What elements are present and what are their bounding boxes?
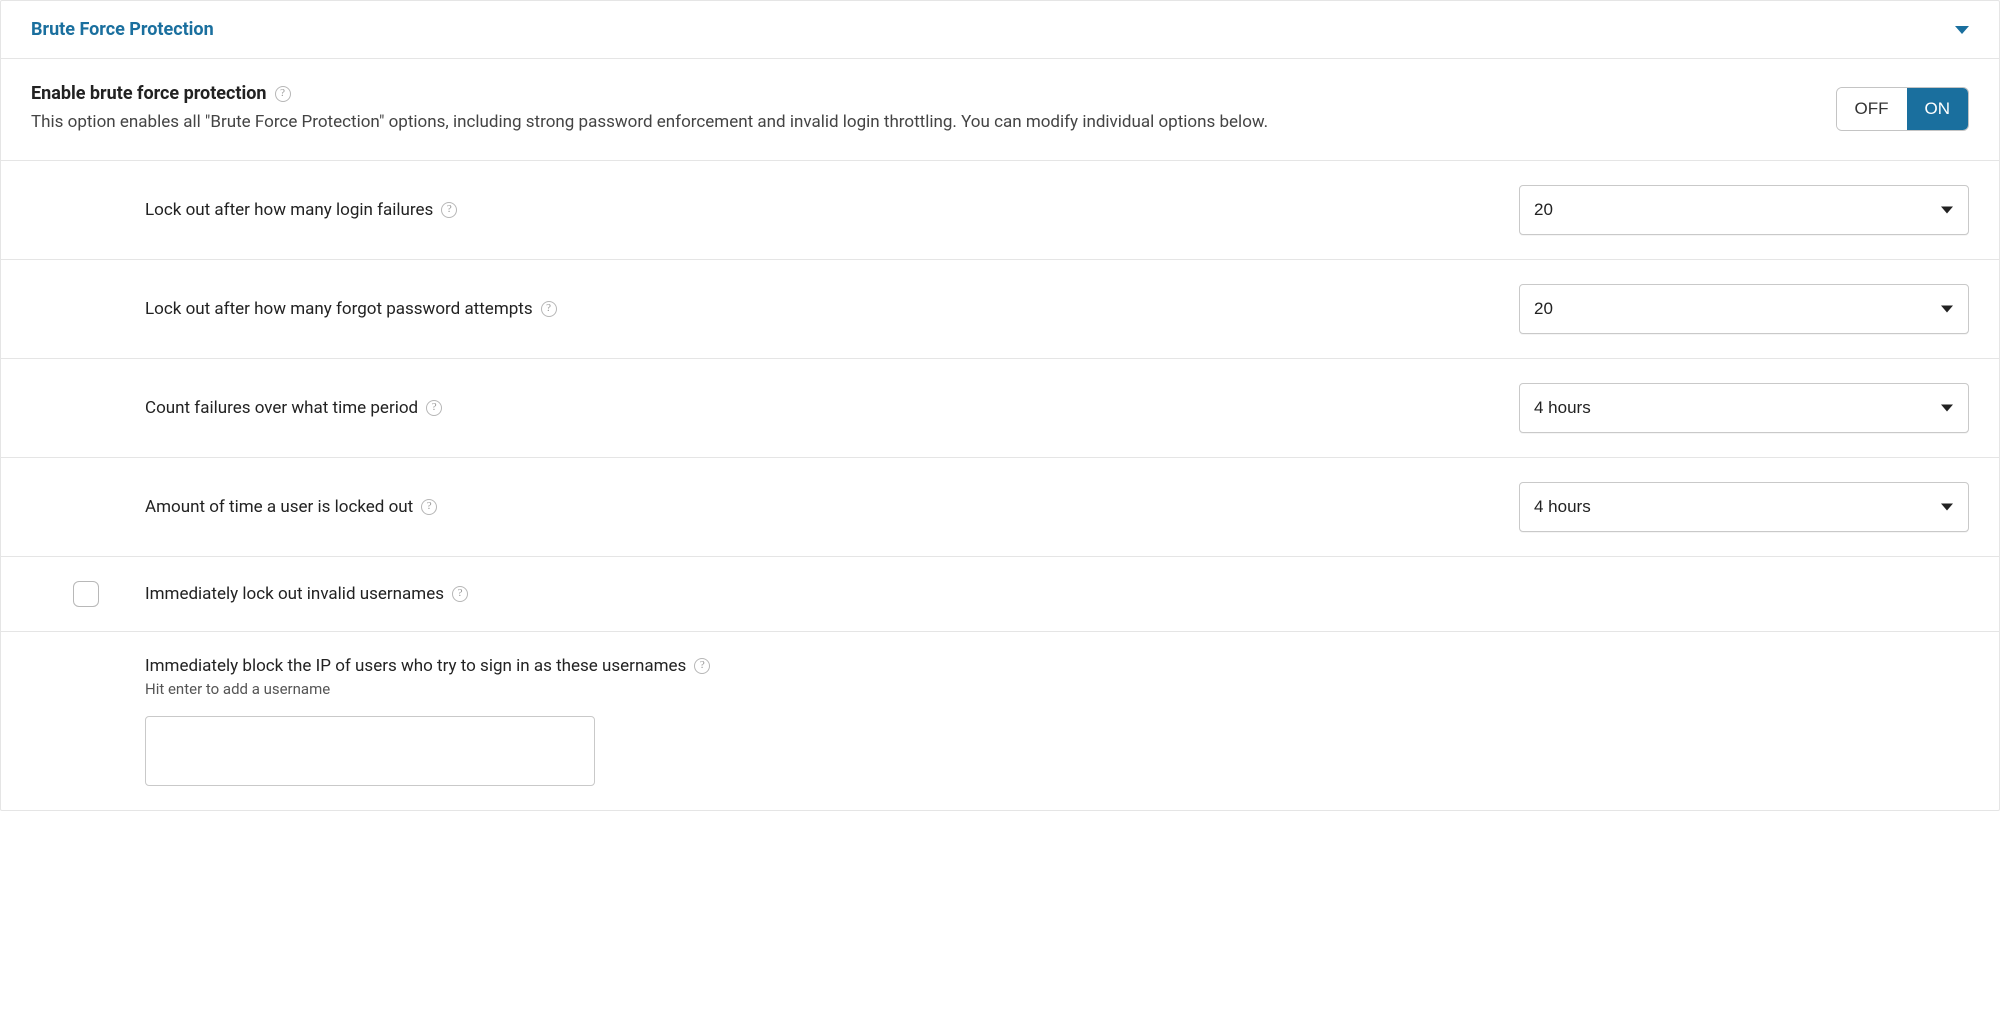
login-failures-label-col: Lock out after how many login failures ? [145,200,1495,220]
time-period-label-wrap: Count failures over what time period ? [145,398,442,418]
lockout-time-select-wrap: 4 hours [1519,482,1969,532]
lockout-time-control: 4 hours [1519,482,1969,532]
enable-title-wrap: Enable brute force protection ? [31,83,291,104]
lockout-time-row: Amount of time a user is locked out ? 4 … [1,458,1999,557]
help-icon[interactable]: ? [694,658,710,674]
time-period-label: Count failures over what time period [145,398,418,418]
invalid-usernames-label-col: Immediately lock out invalid usernames ? [145,584,1495,604]
lockout-time-label: Amount of time a user is locked out [145,497,413,517]
toggle-off-button[interactable]: OFF [1837,88,1907,130]
forgot-password-label-col: Lock out after how many forgot password … [145,299,1495,319]
invalid-usernames-label-wrap: Immediately lock out invalid usernames ? [145,584,468,604]
block-ip-label: Immediately block the IP of users who tr… [145,656,686,676]
help-icon[interactable]: ? [441,202,457,218]
block-ip-hint: Hit enter to add a username [145,680,1969,698]
forgot-password-select[interactable]: 20 [1519,284,1969,334]
lockout-time-select[interactable]: 4 hours [1519,482,1969,532]
login-failures-select[interactable]: 20 [1519,185,1969,235]
invalid-usernames-check-col [31,581,121,607]
time-period-label-col: Count failures over what time period ? [145,398,1495,418]
block-ip-row: Immediately block the IP of users who tr… [1,632,1999,810]
forgot-password-control: 20 [1519,284,1969,334]
time-period-row: Count failures over what time period ? 4… [1,359,1999,458]
panel-header[interactable]: Brute Force Protection [1,1,1999,59]
forgot-password-label: Lock out after how many forgot password … [145,299,533,319]
invalid-usernames-label: Immediately lock out invalid usernames [145,584,444,604]
login-failures-select-wrap: 20 [1519,185,1969,235]
enable-title: Enable brute force protection [31,83,267,104]
login-failures-row: Lock out after how many login failures ?… [1,161,1999,260]
block-ip-label-col: Immediately block the IP of users who tr… [145,656,1969,786]
enable-toggle: OFF ON [1836,87,1970,131]
brute-force-panel: Brute Force Protection Enable brute forc… [0,0,2000,811]
block-ip-input[interactable] [145,716,595,786]
help-icon[interactable]: ? [275,86,291,102]
time-period-control: 4 hours [1519,383,1969,433]
lockout-time-label-col: Amount of time a user is locked out ? [145,497,1495,517]
forgot-password-select-wrap: 20 [1519,284,1969,334]
time-period-select-wrap: 4 hours [1519,383,1969,433]
login-failures-control: 20 [1519,185,1969,235]
block-ip-label-wrap: Immediately block the IP of users who tr… [145,656,710,676]
forgot-password-row: Lock out after how many forgot password … [1,260,1999,359]
time-period-select[interactable]: 4 hours [1519,383,1969,433]
help-icon[interactable]: ? [541,301,557,317]
invalid-usernames-checkbox[interactable] [73,581,99,607]
invalid-usernames-row: Immediately lock out invalid usernames ? [1,557,1999,632]
enable-toggle-col: OFF ON [1836,87,1970,131]
toggle-on-button[interactable]: ON [1907,88,1969,130]
enable-desc: This option enables all "Brute Force Pro… [31,110,1806,136]
login-failures-label: Lock out after how many login failures [145,200,433,220]
login-failures-label-wrap: Lock out after how many login failures ? [145,200,457,220]
collapse-icon [1955,26,1969,34]
forgot-password-label-wrap: Lock out after how many forgot password … [145,299,557,319]
help-icon[interactable]: ? [421,499,437,515]
panel-title: Brute Force Protection [31,19,214,40]
enable-label-col: Enable brute force protection ? This opt… [31,83,1806,136]
help-icon[interactable]: ? [452,586,468,602]
lockout-time-label-wrap: Amount of time a user is locked out ? [145,497,437,517]
enable-row: Enable brute force protection ? This opt… [1,59,1999,161]
help-icon[interactable]: ? [426,400,442,416]
